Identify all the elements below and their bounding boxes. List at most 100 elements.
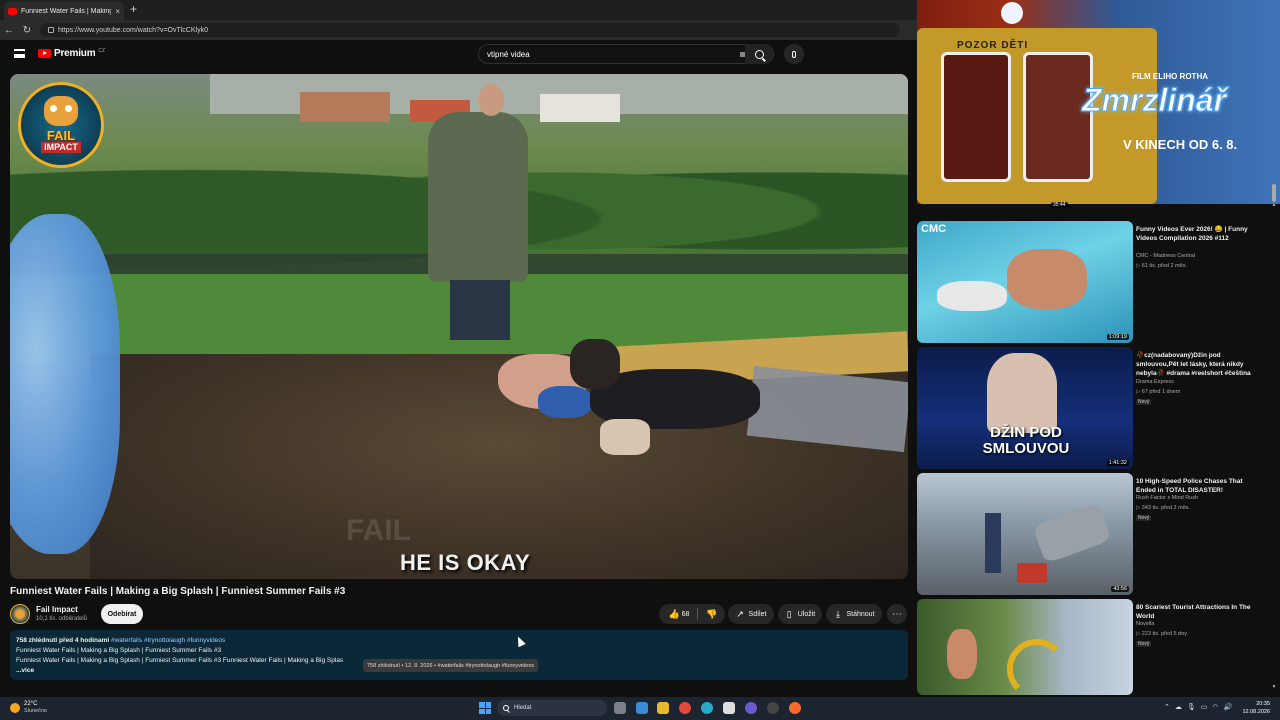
chevron-up-icon[interactable]: ⌃ (1164, 703, 1170, 711)
video-player[interactable]: FAIL IMPACT FAIL HE IS OKAY (10, 74, 908, 579)
weather-condition: Slunečno (24, 708, 47, 714)
github-icon[interactable] (767, 702, 779, 714)
weather-widget[interactable]: 22°C Slunečno (10, 701, 47, 715)
youtube-logo[interactable]: Premium CZ (38, 48, 105, 59)
new-badge: Nový (1136, 399, 1152, 405)
video-thumbnail[interactable]: CMC 1:09:19 (917, 221, 1133, 343)
app-icon[interactable] (745, 702, 757, 714)
share-icon: ↗ (736, 608, 744, 619)
scroll-up-arrow-icon[interactable]: ▲ (1271, 202, 1277, 208)
hashtags[interactable]: #waterfails #trynottolaugh #funnyvideos (111, 637, 225, 644)
recommended-channel[interactable]: Novella (1136, 621, 1154, 627)
like-dislike-group: 👍 68 👎 (659, 604, 725, 624)
view-stats: 758 zhlédnutí před 4 hodinami (16, 637, 110, 644)
hamburger-menu-icon[interactable] (14, 49, 25, 58)
search-button[interactable] (745, 44, 773, 64)
widgets-icon[interactable] (636, 702, 648, 714)
download-icon: ⤓ (835, 608, 840, 619)
back-arrow-icon[interactable]: ← (3, 25, 15, 36)
cloud-icon[interactable]: ☁ (1175, 703, 1182, 711)
recommended-channel[interactable]: CMC - Madness Central (1136, 253, 1195, 259)
save-button[interactable]: ▯ Uložit (778, 604, 822, 624)
taskbar-search[interactable]: Hledat (497, 700, 607, 716)
recommended-title[interactable]: Funny Videos Ever 2026! 😂 | Funny Videos… (1136, 225, 1256, 243)
recommended-title[interactable]: 🥀cz(nadabovaný)Džin pod smlouvou,Pět let… (1136, 351, 1256, 378)
logo-region: CZ (98, 48, 106, 54)
temperature: 22°C (24, 701, 38, 707)
more-actions-button[interactable]: ⋯ (887, 604, 907, 624)
search-icon (503, 705, 509, 711)
video-watermark: FAIL (346, 514, 411, 547)
chrome-icon[interactable] (679, 702, 691, 714)
bookmark-icon: ▯ (786, 608, 792, 619)
recommended-title[interactable]: 80 Scariest Tourist Attractions In The W… (1136, 603, 1256, 621)
ad-duration: 35:44 (1051, 202, 1068, 208)
sun-icon (10, 703, 20, 713)
recommended-channel[interactable]: Drama Express (1136, 379, 1174, 385)
taskbar-clock[interactable]: 20:35 12.08.2026 (1240, 700, 1270, 716)
thumbs-down-icon[interactable]: 👎 (706, 609, 717, 619)
channel-name[interactable]: Fail Impact (36, 605, 78, 614)
volume-icon[interactable]: 🔊 (1224, 703, 1233, 711)
new-badge: Nový (1136, 515, 1152, 521)
clock-date: 12.08.2026 (1242, 709, 1270, 715)
scrollbar-thumb[interactable] (1272, 184, 1276, 202)
share-button[interactable]: ↗ Sdílet (728, 604, 774, 624)
start-button-icon[interactable] (479, 702, 491, 714)
download-button[interactable]: ⤓ Stáhnout (826, 604, 882, 624)
ad-banner[interactable]: POZOR DĚTI FILM ELIHO ROTHA Zmrzlinář V … (917, 0, 1280, 204)
voice-search-button[interactable] (784, 44, 804, 64)
thumbs-up-icon[interactable]: 👍 (669, 609, 680, 619)
video-dog (570, 339, 790, 459)
recommended-stats: ▷ 343 tis. před 2 měs. (1136, 505, 1191, 511)
snowman-icon (1001, 2, 1023, 24)
video-thumbnail[interactable]: 43:56 (917, 473, 1133, 595)
ad-film-credit: FILM ELIHO ROTHA (1132, 72, 1208, 81)
store-icon[interactable] (723, 702, 735, 714)
recommendations-sidebar: POZOR DĚTI FILM ELIHO ROTHA Zmrzlinář V … (917, 0, 1280, 697)
recommended-video[interactable]: 43:56 10 High-Speed Police Chases That E… (917, 473, 1277, 595)
browser-tab-bar: Funniest Water Fails | Making × + (0, 0, 917, 20)
close-tab-icon[interactable]: × (115, 7, 120, 16)
channel-avatar[interactable] (10, 604, 30, 624)
description-line: Funniest Water Fails | Making a Big Spla… (16, 647, 222, 654)
recommended-stats: ▷ 223 tis. před 5 dny (1136, 631, 1188, 637)
display-icon[interactable]: ▭ (1201, 703, 1208, 711)
reload-icon[interactable]: ↻ (21, 25, 33, 36)
video-thumbnail[interactable] (917, 599, 1133, 695)
url-field[interactable]: https://www.youtube.com/watch?v=OvTlcCKl… (40, 23, 900, 37)
browser-tab[interactable]: Funniest Water Fails | Making × (4, 2, 124, 20)
youtube-play-icon (38, 49, 51, 58)
video-title: Funniest Water Fails | Making a Big Spla… (10, 586, 346, 597)
firefox-icon[interactable] (789, 702, 801, 714)
lock-icon (48, 27, 54, 33)
like-count[interactable]: 68 (682, 611, 690, 618)
task-view-icon[interactable] (614, 702, 626, 714)
edge-icon[interactable] (701, 702, 713, 714)
new-badge: Nový (1136, 641, 1152, 647)
video-caption: HE IS OKAY (400, 550, 531, 575)
subscribe-button[interactable]: Odebírat (101, 604, 143, 624)
file-explorer-icon[interactable] (657, 702, 669, 714)
video-thumbnail[interactable]: DŽIN POD SMLOUVOU 1:41:32 (917, 347, 1133, 469)
wifi-icon[interactable]: ◠ (1212, 703, 1218, 711)
new-tab-button[interactable]: + (130, 2, 137, 16)
description-tooltip: 758 zhlédnutí • 12. 8. 2026 • #waterfail… (363, 659, 539, 672)
search-icon (754, 49, 764, 59)
recommended-video[interactable]: DŽIN POD SMLOUVOU 1:41:32 🥀cz(nadabovaný… (917, 347, 1277, 469)
youtube-header: Premium CZ ✕ (0, 40, 917, 68)
save-label: Uložit (797, 610, 816, 618)
ad-pozor-text: POZOR DĚTI (957, 40, 1029, 51)
recommended-video[interactable]: 80 Scariest Tourist Attractions In The W… (917, 599, 1277, 695)
microphone-icon[interactable]: 🎙 (1187, 703, 1196, 711)
search-input[interactable] (487, 49, 740, 59)
system-tray: ⌃ ☁ 🎙 ▭ ◠ 🔊 (1164, 703, 1232, 711)
windows-taskbar: 22°C Slunečno Hledat ⌃ ☁ 🎙 ▭ ◠ 🔊 20:35 1… (0, 697, 1280, 720)
share-label: Sdílet (748, 610, 767, 618)
recommended-title[interactable]: 10 High-Speed Police Chases That Ended i… (1136, 477, 1256, 495)
channel-badge-logo: FAIL IMPACT (18, 82, 104, 168)
download-label: Stáhnout (846, 610, 875, 618)
recommended-channel[interactable]: Rush Factor x Mind Rush (1136, 495, 1198, 501)
recommended-video[interactable]: CMC 1:09:19 Funny Videos Ever 2026! 😂 | … (917, 221, 1277, 343)
description-box[interactable]: 758 zhlédnutí před 4 hodinami #waterfail… (10, 630, 908, 680)
